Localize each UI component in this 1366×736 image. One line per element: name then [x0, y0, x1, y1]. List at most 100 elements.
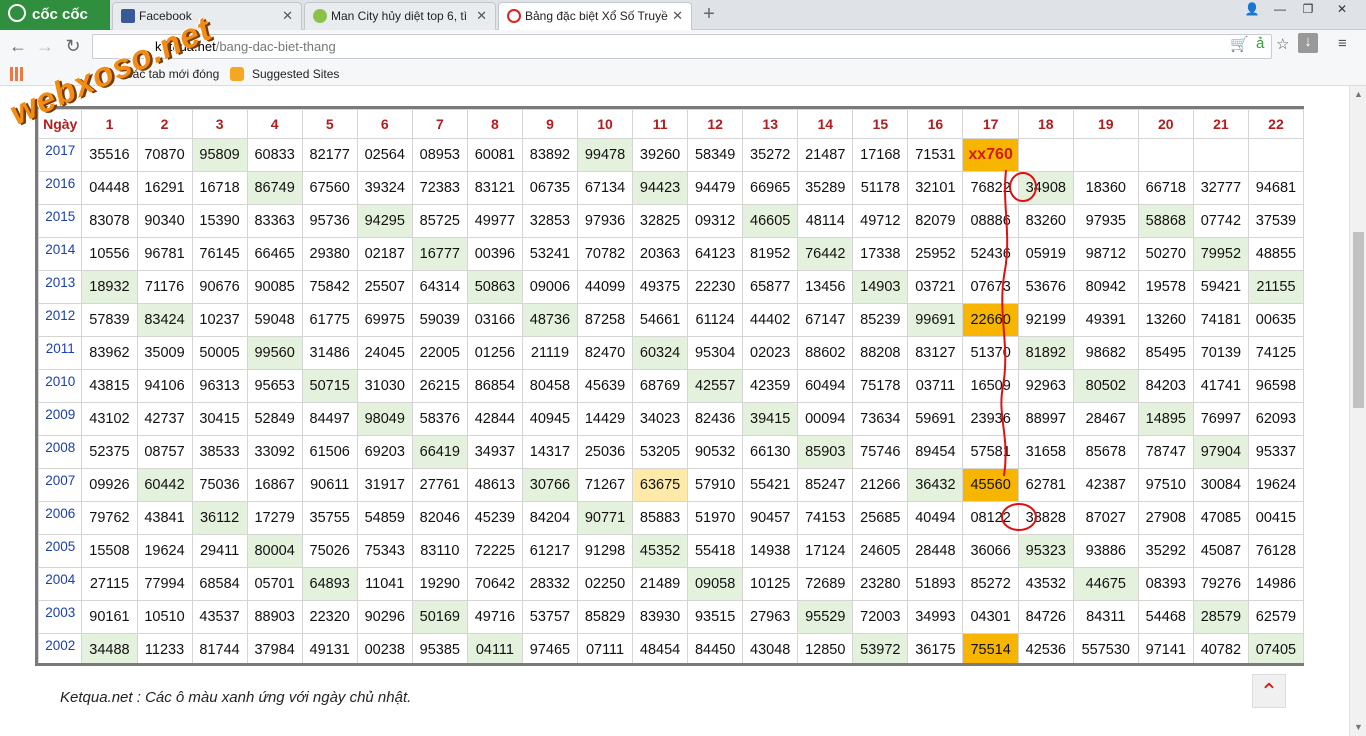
prize-cell: 87258: [576, 303, 634, 337]
prize-cell: 19624: [1247, 468, 1304, 502]
year-link[interactable]: 2007: [38, 468, 83, 502]
prize-cell: 95529: [797, 600, 854, 634]
prize-cell: 57910: [687, 468, 744, 502]
prize-cell: 76128: [1247, 534, 1304, 568]
bookmark-suggested-sites[interactable]: Suggested Sites: [230, 62, 339, 86]
prize-cell: 18932: [81, 270, 138, 304]
scroll-thumb[interactable]: [1353, 232, 1364, 408]
year-link[interactable]: 2016: [38, 171, 83, 205]
prize-cell: 13260: [1137, 303, 1194, 337]
close-tab-icon[interactable]: ✕: [672, 3, 683, 29]
new-tab-button[interactable]: +: [697, 2, 721, 26]
prize-cell: 13456: [797, 270, 854, 304]
scroll-up-icon[interactable]: ▲: [1350, 86, 1366, 103]
apps-icon[interactable]: [10, 67, 24, 81]
prize-cell: 83962: [81, 336, 138, 370]
prize-cell: 08953: [411, 138, 468, 172]
header-day-18: 18: [1017, 109, 1074, 139]
forward-icon[interactable]: →: [33, 34, 57, 58]
download-icon[interactable]: ↓: [1298, 33, 1318, 53]
user-icon[interactable]: 👤: [1238, 0, 1266, 18]
prize-cell: [1247, 138, 1304, 172]
prize-cell: 49716: [466, 600, 523, 634]
prize-cell: 37984: [246, 633, 303, 663]
prize-cell: 48613: [466, 468, 523, 502]
year-link[interactable]: 2008: [38, 435, 83, 469]
year-link[interactable]: 2014: [38, 237, 83, 271]
star-icon[interactable]: ☆: [1276, 35, 1289, 53]
minimize-button[interactable]: —: [1266, 0, 1294, 18]
prize-cell: 30766: [521, 468, 579, 502]
prize-cell: 58868: [1137, 204, 1194, 238]
scroll-to-top-button[interactable]: ⌃: [1252, 674, 1286, 708]
menu-icon[interactable]: ≡: [1338, 35, 1347, 52]
prize-cell: 34937: [466, 435, 523, 469]
prize-cell: 46605: [742, 204, 799, 238]
url-path: /bang-dac-biet-thang: [215, 39, 336, 54]
year-link[interactable]: 2009: [38, 402, 83, 436]
year-link[interactable]: 2005: [38, 534, 83, 568]
prize-cell: 17338: [852, 237, 909, 271]
close-tab-icon[interactable]: ✕: [476, 3, 487, 29]
prize-cell: 40945: [521, 402, 579, 436]
prize-cell: xx760: [962, 138, 1019, 172]
year-link[interactable]: 2012: [38, 303, 83, 337]
table-row: 2003 90161 10510 43537 88903 22320 90296 50169 4…: [38, 600, 1304, 634]
prize-cell: 34993: [907, 600, 964, 634]
year-link[interactable]: 2006: [38, 501, 83, 535]
cart-icon[interactable]: 🛒: [1230, 35, 1249, 53]
close-tab-icon[interactable]: ✕: [282, 3, 293, 29]
prize-cell: 22230: [687, 270, 744, 304]
url-field[interactable]: ketqua.net/bang-dac-biet-thang: [92, 34, 1272, 59]
header-day-19: 19: [1072, 109, 1139, 139]
year-link[interactable]: 2004: [38, 567, 83, 601]
news-site-icon: [313, 9, 327, 23]
prize-cell: 88997: [1017, 402, 1074, 436]
header-day-12: 12: [687, 109, 744, 139]
year-link[interactable]: 2013: [38, 270, 83, 304]
prize-cell: 61775: [301, 303, 358, 337]
prize-cell: 83127: [907, 336, 964, 370]
close-window-button[interactable]: ✕: [1322, 0, 1362, 18]
reload-icon[interactable]: ↻: [61, 34, 85, 58]
language-icon[interactable]: ả: [1256, 35, 1264, 52]
back-icon[interactable]: ←: [6, 34, 30, 58]
prize-cell: 66419: [411, 435, 468, 469]
maximize-button[interactable]: ❐: [1294, 0, 1322, 18]
prize-cell: 30415: [191, 402, 248, 436]
tab-mancity[interactable]: Man City hủy diệt top 6, tì ✕: [304, 2, 496, 30]
table-row: 2012 57839 83424 10237 59048 61775 69975 59039 0…: [38, 303, 1304, 337]
prize-cell: 16777: [411, 237, 468, 271]
table-row: 2006 79762 43841 36112 17279 35755 54859 82046 4…: [38, 501, 1304, 535]
year-link[interactable]: 2015: [38, 204, 83, 238]
year-link[interactable]: 2017: [38, 138, 83, 172]
year-link[interactable]: 2011: [38, 336, 83, 370]
prize-cell: 02187: [356, 237, 413, 271]
prize-cell: 44099: [576, 270, 634, 304]
year-link[interactable]: 2010: [38, 369, 83, 403]
scroll-down-icon[interactable]: ▼: [1350, 719, 1366, 736]
prize-cell: 64314: [411, 270, 468, 304]
prize-cell: 85239: [852, 303, 909, 337]
tab-bang-dac-biet[interactable]: Bảng đặc biệt Xổ Số Truyề ✕: [498, 2, 692, 30]
prize-cell: 66465: [246, 237, 303, 271]
prize-cell: 80942: [1072, 270, 1139, 304]
prize-cell: 38533: [191, 435, 248, 469]
prize-cell: 84311: [1072, 600, 1139, 634]
prize-cell: 48736: [521, 303, 579, 337]
prize-cell: 61506: [301, 435, 358, 469]
prize-cell: 52436: [962, 237, 1019, 271]
browser-brand[interactable]: cốc cốc: [0, 0, 110, 30]
prize-cell: 84204: [521, 501, 579, 535]
prize-cell: [1137, 138, 1194, 172]
tab-title: Man City hủy diệt top 6, tì: [331, 9, 468, 23]
year-link[interactable]: 2003: [38, 600, 83, 634]
prize-cell: 32101: [907, 171, 964, 205]
header-day-3: 3: [191, 109, 248, 139]
prize-cell: 59039: [411, 303, 468, 337]
header-day-16: 16: [907, 109, 964, 139]
prize-cell: 20363: [632, 237, 689, 271]
year-link[interactable]: 2002: [38, 633, 83, 663]
prize-cell: 93886: [1072, 534, 1139, 568]
page-scrollbar[interactable]: ▲ ▼: [1349, 86, 1366, 736]
